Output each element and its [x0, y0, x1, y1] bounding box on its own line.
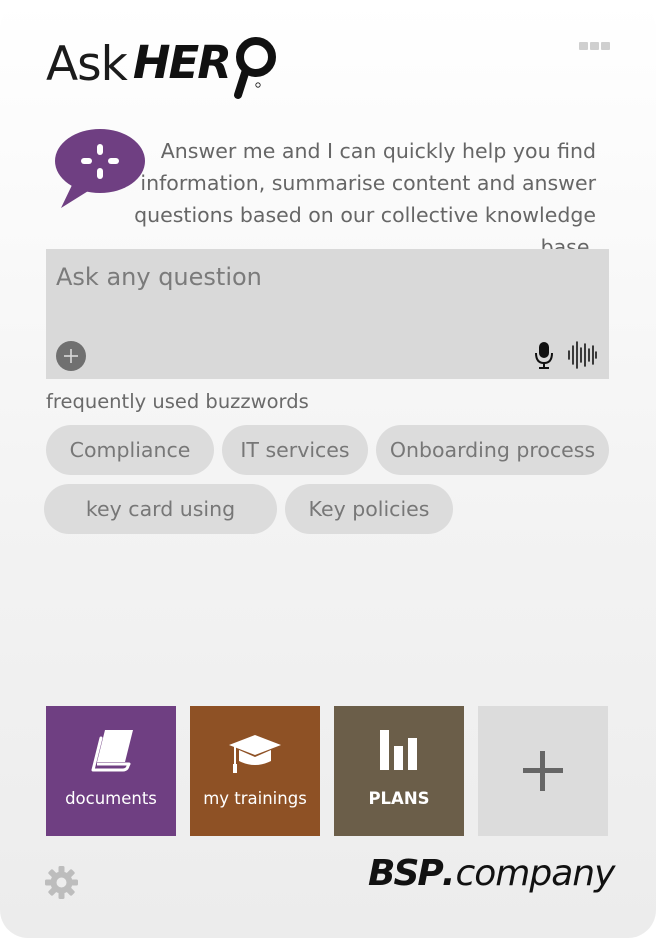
microphone-icon — [535, 342, 553, 369]
my-trainings-tile-label: my trainings — [203, 789, 307, 808]
intro-text: Answer me and I can quickly help you fin… — [134, 139, 596, 259]
graduation-cap-icon — [190, 731, 320, 775]
company-logo-bsp: BSP — [368, 853, 444, 894]
bar-chart-icon — [334, 730, 464, 770]
company-logo-company: company — [455, 853, 615, 894]
buzzword-chip-compliance[interactable]: Compliance — [46, 425, 214, 475]
menu-dot — [590, 42, 599, 50]
buzzword-chip-it-services[interactable]: IT services — [222, 425, 368, 475]
buzzwords-label: frequently used buzzwords — [46, 390, 309, 413]
plus-icon — [478, 751, 608, 791]
question-box — [46, 249, 609, 379]
book-icon — [46, 726, 176, 774]
settings-gear-icon[interactable] — [45, 866, 78, 899]
buzzword-chip-key-policies[interactable]: Key policies — [285, 484, 453, 534]
add-tile-button[interactable] — [478, 706, 608, 836]
question-input[interactable] — [56, 255, 596, 299]
plus-icon — [64, 349, 78, 363]
menu-dot — [579, 42, 588, 50]
microphone-button[interactable] — [534, 340, 554, 370]
company-logo: BSP . company — [368, 853, 615, 894]
my-trainings-tile[interactable]: my trainings — [190, 706, 320, 836]
more-menu-button[interactable] — [579, 42, 611, 54]
buzzword-chip-onboarding[interactable]: Onboarding process — [376, 425, 609, 475]
ask-hero-logo: Ask HER — [46, 32, 277, 104]
company-logo-dot: . — [441, 853, 456, 894]
menu-dot — [601, 42, 610, 50]
voice-wave-button[interactable] — [567, 340, 597, 370]
sound-wave-icon — [568, 341, 597, 369]
add-attachment-button[interactable] — [56, 341, 86, 371]
logo-hero-text: HER — [132, 36, 232, 89]
documents-tile[interactable]: documents — [46, 706, 176, 836]
ask-hero-widget: Ask HER Answer me and I can quickly help… — [0, 0, 656, 938]
buzzword-chip-key-card[interactable]: key card using — [44, 484, 277, 534]
plans-tile[interactable]: PLANS — [334, 706, 464, 836]
logo-ask-text: Ask — [46, 37, 128, 92]
magnifier-o-icon — [231, 35, 277, 101]
documents-tile-label: documents — [65, 789, 157, 808]
plans-tile-label: PLANS — [368, 789, 430, 808]
